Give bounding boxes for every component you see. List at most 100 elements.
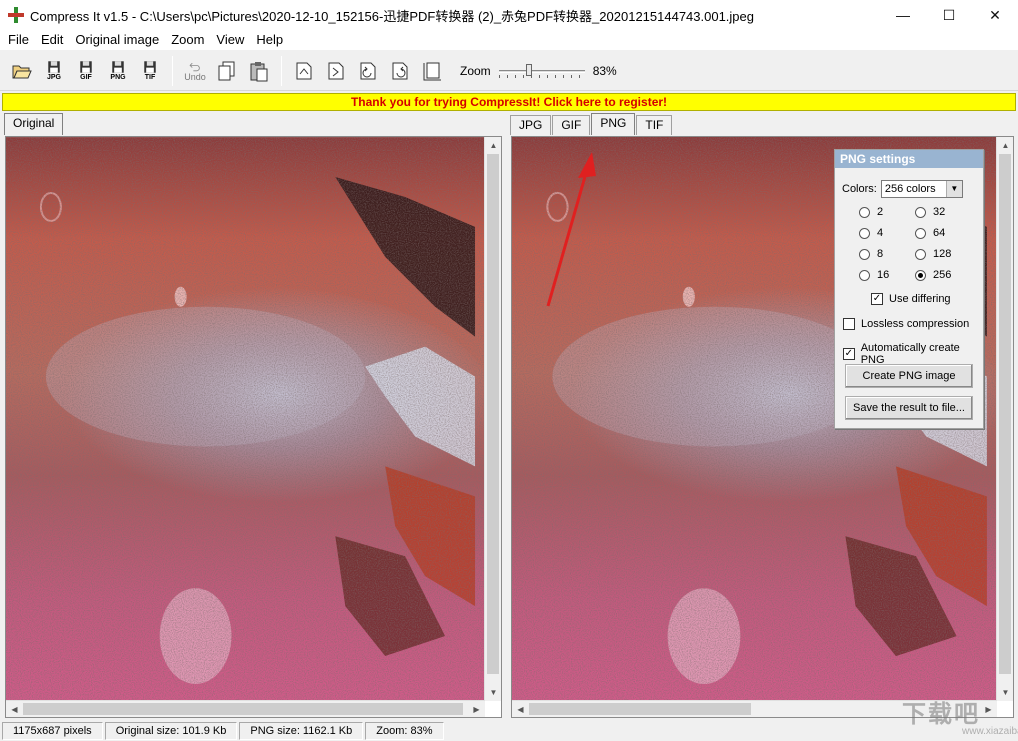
radio-button[interactable]: [859, 248, 870, 260]
radio-button-selected[interactable]: [915, 269, 926, 281]
status-png-size: PNG size: 1162.1 Kb: [239, 722, 364, 740]
auto-create-checkbox[interactable]: ✓ Automatically create PNG: [843, 342, 983, 366]
rotate-left-button[interactable]: [352, 53, 384, 89]
radio-colors-32[interactable]: 32: [915, 206, 945, 218]
chevron-down-icon[interactable]: ▼: [945, 181, 962, 197]
radio-colors-4[interactable]: 4: [859, 227, 883, 239]
menu-bar: File Edit Original image Zoom View Help: [0, 30, 1018, 50]
annotation-arrow-icon: [546, 152, 596, 307]
menu-original-image[interactable]: Original image: [69, 30, 165, 50]
radio-colors-64[interactable]: 64: [915, 227, 945, 239]
menu-help[interactable]: Help: [250, 30, 289, 50]
toolbar-separator: [281, 55, 282, 86]
resize-button[interactable]: [416, 53, 448, 89]
menu-edit[interactable]: Edit: [35, 30, 69, 50]
flip-horizontal-icon: [296, 62, 312, 79]
tab-jpg[interactable]: JPG: [510, 115, 552, 135]
paste-icon: [250, 61, 268, 81]
app-icon: [8, 7, 24, 23]
toolbar-separator: [172, 55, 173, 86]
scroll-up-icon[interactable]: ▲: [997, 137, 1013, 154]
zoom-slider-thumb[interactable]: [525, 63, 532, 76]
colors-label: Colors:: [842, 183, 877, 195]
save-png-button[interactable]: PNG: [102, 53, 134, 89]
scrollbar-thumb[interactable]: [23, 703, 463, 715]
save-jpg-button[interactable]: JPG: [38, 53, 70, 89]
floppy-icon: [48, 60, 60, 73]
zoom-slider[interactable]: [498, 63, 585, 79]
radio-colors-2[interactable]: 2: [859, 206, 883, 218]
tab-original[interactable]: Original: [4, 113, 64, 135]
radio-colors-256[interactable]: 256: [915, 269, 951, 281]
menu-zoom[interactable]: Zoom: [165, 30, 210, 50]
png-settings-panel: PNG settings Colors: 256 colors ▼ 2 32 4…: [834, 149, 984, 429]
close-button[interactable]: ✕: [972, 0, 1018, 30]
folder-open-icon: [12, 65, 32, 78]
scroll-down-icon[interactable]: ▼: [485, 684, 501, 701]
status-bar: 1175x687 pixels Original size: 101.9 Kb …: [0, 721, 1018, 741]
radio-colors-16[interactable]: 16: [859, 269, 889, 281]
use-differing-checkbox[interactable]: ✓ Use differing: [871, 293, 951, 305]
scrollbar-thumb[interactable]: [999, 154, 1011, 674]
scroll-up-icon[interactable]: ▲: [485, 137, 501, 154]
radio-button[interactable]: [859, 269, 870, 281]
tab-gif[interactable]: GIF: [552, 115, 591, 135]
radio-button[interactable]: [859, 206, 870, 218]
scroll-right-icon[interactable]: ▶: [468, 701, 485, 717]
lossless-checkbox[interactable]: Lossless compression: [843, 318, 969, 330]
radio-button[interactable]: [915, 227, 926, 239]
radio-button[interactable]: [915, 248, 926, 260]
status-original-size: Original size: 101.9 Kb: [104, 722, 238, 740]
menu-file[interactable]: File: [2, 30, 35, 50]
rotate-right-button[interactable]: [384, 53, 416, 89]
radio-button[interactable]: [859, 227, 870, 239]
vertical-scrollbar[interactable]: ▲ ▼: [996, 137, 1013, 701]
create-png-button[interactable]: Create PNG image: [845, 364, 973, 388]
save-result-button[interactable]: Save the result to file...: [845, 396, 973, 420]
vertical-scrollbar[interactable]: ▲ ▼: [484, 137, 501, 701]
status-zoom: Zoom: 83%: [365, 722, 444, 740]
minimize-button[interactable]: —: [880, 0, 926, 30]
checkmark-icon[interactable]: ✓: [871, 293, 883, 305]
tab-png[interactable]: PNG: [591, 113, 636, 135]
scrollbar-thumb[interactable]: [487, 154, 499, 674]
maximize-button[interactable]: ☐: [926, 0, 972, 30]
menu-view[interactable]: View: [210, 30, 250, 50]
flip-vertical-icon: [328, 62, 344, 79]
rotate-left-icon: [360, 62, 376, 79]
radio-colors-8[interactable]: 8: [859, 248, 883, 260]
register-banner[interactable]: Thank you for trying CompressIt! Click h…: [2, 93, 1016, 111]
scroll-left-icon[interactable]: ◀: [6, 701, 23, 717]
checkbox-empty[interactable]: [843, 318, 855, 330]
radio-button[interactable]: [915, 206, 926, 218]
rotate-right-icon: [392, 62, 408, 79]
floppy-icon: [80, 60, 92, 73]
copy-button[interactable]: [211, 53, 243, 89]
scroll-left-icon[interactable]: ◀: [512, 701, 529, 717]
resize-icon: [423, 62, 441, 80]
zoom-value: 83%: [592, 63, 617, 78]
scrollbar-thumb[interactable]: [529, 703, 751, 715]
zoom-label: Zoom: [460, 63, 491, 78]
png-settings-title: PNG settings: [835, 150, 983, 168]
original-image-pane: ▲ ▼ ◀ ▶: [5, 136, 502, 718]
save-gif-button[interactable]: GIF: [70, 53, 102, 89]
status-dimensions: 1175x687 pixels: [2, 722, 103, 740]
tab-tif[interactable]: TIF: [636, 115, 673, 135]
watermark: 下载吧 www.xiazaiba.com: [902, 701, 1018, 737]
radio-colors-128[interactable]: 128: [915, 248, 951, 260]
paste-button[interactable]: [243, 53, 275, 89]
right-tab-row: JPG GIF PNG TIF: [510, 113, 673, 135]
window-title: Compress It v1.5 - C:\Users\pc\Pictures\…: [30, 8, 755, 24]
open-button[interactable]: [6, 53, 38, 89]
save-tif-button[interactable]: TIF: [134, 53, 166, 89]
floppy-icon: [144, 60, 156, 73]
flip-horizontal-button[interactable]: [288, 53, 320, 89]
undo-button[interactable]: Undo: [179, 53, 211, 89]
colors-select[interactable]: 256 colors ▼: [880, 180, 963, 198]
checkmark-icon[interactable]: ✓: [843, 348, 855, 360]
horizontal-scrollbar[interactable]: ◀ ▶: [6, 700, 485, 717]
copy-icon: [218, 61, 235, 80]
title-bar: Compress It v1.5 - C:\Users\pc\Pictures\…: [0, 0, 1018, 30]
flip-vertical-button[interactable]: [320, 53, 352, 89]
